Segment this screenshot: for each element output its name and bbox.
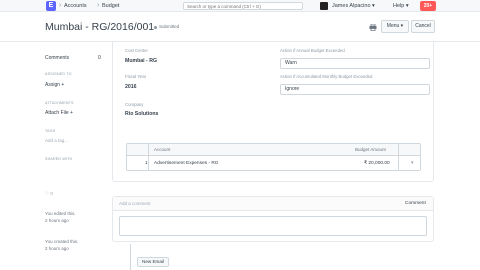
avatar[interactable]: [320, 2, 328, 10]
user-menu[interactable]: James Alpacino ▾: [332, 1, 375, 11]
fiscal-year-value[interactable]: 2016: [125, 84, 137, 90]
column-divider: [148, 144, 149, 170]
navbar: E › Accounts › Budget James Alpacino ▾ H…: [0, 0, 480, 12]
column-header-account: Account: [154, 147, 171, 152]
status-indicator-icon: [154, 26, 157, 29]
comments-count: 0: [98, 55, 101, 61]
cost-center-label: Cost Center: [125, 48, 148, 53]
table-header: Account Budget Amount: [127, 144, 420, 156]
column-divider: [398, 144, 399, 170]
comment-box: Add a comment Comment: [112, 196, 434, 242]
page-title: Mumbai - RG/2016/001: [45, 21, 155, 33]
company-label: Company: [125, 102, 144, 107]
cancel-button[interactable]: Cancel: [411, 20, 435, 33]
heart-icon: ♡: [45, 191, 50, 196]
notification-badge[interactable]: 20+: [420, 1, 436, 11]
status-badge: Submitted: [159, 24, 180, 29]
app-logo[interactable]: E: [46, 1, 56, 11]
search-input[interactable]: [183, 2, 303, 10]
cost-center-value[interactable]: Mumbai - RG: [125, 58, 157, 64]
add-tag-link[interactable]: Add a tag...: [45, 138, 68, 143]
comment-textarea[interactable]: [119, 216, 427, 236]
account-cell[interactable]: Advertisement Expenses - RG: [154, 157, 219, 170]
help-menu[interactable]: Help ▾: [393, 1, 409, 11]
annual-budget-action-select[interactable]: Warn: [280, 58, 430, 69]
assign-link[interactable]: Assign +: [45, 82, 64, 88]
row-expand-chevron-icon[interactable]: ▾: [411, 157, 413, 170]
comment-header: Add a comment Comment: [113, 197, 433, 211]
breadcrumb-separator-icon: ›: [97, 2, 100, 9]
menu-button[interactable]: Menu ▾: [381, 20, 409, 33]
likes[interactable]: ♡ 0: [45, 191, 53, 197]
accumulated-budget-action-select[interactable]: Ignore: [280, 84, 430, 95]
annual-budget-action-label: Action if Annual Budget Exceeded: [280, 48, 345, 53]
shared-with-label: SHARED WITH: [45, 157, 73, 161]
attachments-label: ATTACHMENTS: [45, 101, 74, 105]
breadcrumb-accounts[interactable]: Accounts: [64, 1, 87, 11]
breadcrumb-budget[interactable]: Budget: [102, 1, 119, 11]
activity-item: You created this. 2 hours ago: [45, 239, 79, 251]
tags-label: TAGS: [45, 129, 56, 133]
attach-file-link[interactable]: Attach File +: [45, 110, 73, 116]
comment-button[interactable]: Comment: [405, 199, 426, 209]
company-value[interactable]: Rio Solutions: [125, 111, 158, 117]
new-email-button[interactable]: New Email: [137, 257, 169, 267]
budget-amount-cell[interactable]: ₹ 20,000.00: [364, 157, 390, 170]
column-header-budget-amount: Budget Amount: [355, 147, 386, 152]
timeline-line: [130, 244, 131, 270]
assigned-to-label: ASSIGNED TO: [45, 72, 72, 76]
printer-icon[interactable]: [369, 24, 377, 31]
accumulated-budget-action-label: Action if Accumulated Monthly Budget Exc…: [280, 74, 373, 79]
accounts-table: Account Budget Amount 1 Advertisement Ex…: [126, 143, 421, 171]
breadcrumb-separator-icon: ›: [59, 2, 62, 9]
activity-item: You edited this. 2 hours ago: [45, 211, 76, 223]
fiscal-year-label: Fiscal Year: [125, 74, 147, 79]
row-index: 1: [145, 161, 148, 166]
comments-label[interactable]: Comments: [45, 55, 69, 61]
comment-placeholder: Add a comment: [119, 201, 151, 206]
